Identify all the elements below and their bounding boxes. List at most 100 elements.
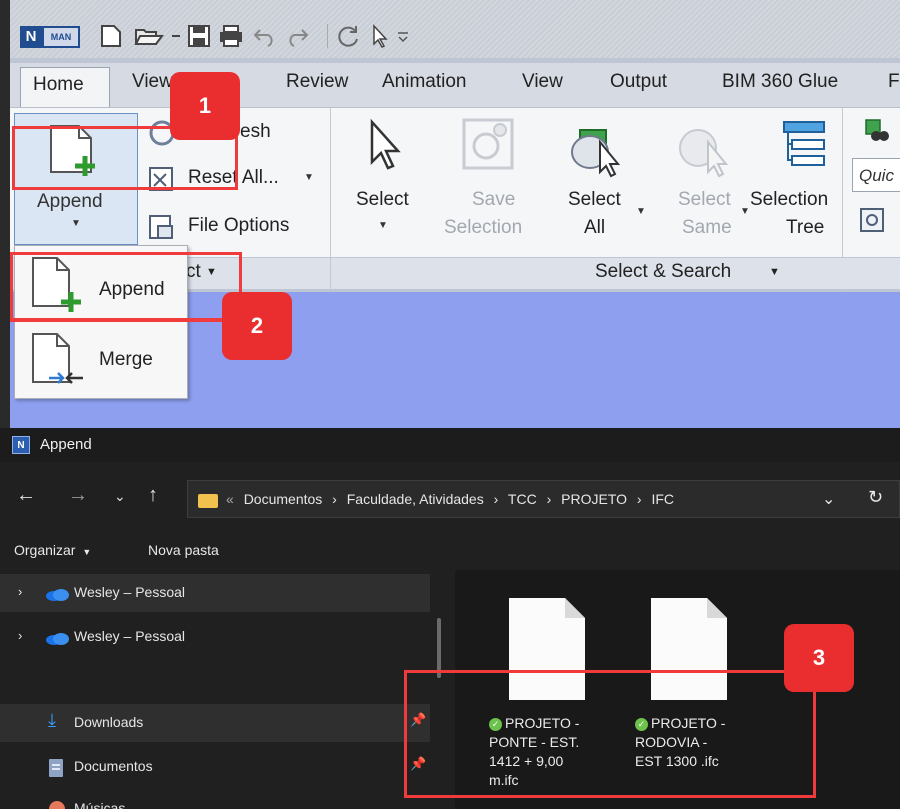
- open-dropdown-icon[interactable]: [170, 24, 182, 48]
- sync-check-icon: ✓: [489, 718, 502, 731]
- breadcrumb-tcc[interactable]: TCC: [508, 491, 537, 507]
- new-folder-button[interactable]: Nova pasta: [148, 542, 219, 558]
- music-icon: [49, 801, 65, 809]
- step-badge-2: 2: [222, 292, 292, 360]
- save-selection-icon: [462, 118, 514, 170]
- tab-review[interactable]: Review: [286, 71, 348, 93]
- menu-item-merge[interactable]: Merge: [19, 326, 183, 394]
- redo-icon[interactable]: [284, 24, 310, 48]
- tab-overflow[interactable]: F: [888, 71, 900, 93]
- pin-icon[interactable]: 📌: [410, 756, 426, 772]
- select-search-panel-title[interactable]: Select & Search ▼: [331, 257, 900, 289]
- save-icon[interactable]: [186, 24, 212, 48]
- nav-item-musicas[interactable]: Músicas: [0, 792, 430, 809]
- select-dropdown-icon[interactable]: ▼: [378, 220, 388, 231]
- undo-icon[interactable]: [252, 24, 278, 48]
- breadcrumb-projeto[interactable]: PROJETO: [561, 491, 627, 507]
- tab-animation[interactable]: Animation: [382, 71, 467, 93]
- cursor-select-icon[interactable]: [370, 24, 390, 48]
- reset-all-icon: [149, 167, 173, 191]
- tab-output[interactable]: Output: [610, 71, 667, 93]
- append-file-icon: [32, 257, 81, 312]
- file-options-icon: [149, 215, 173, 239]
- back-arrow-icon[interactable]: ←: [16, 484, 36, 507]
- tab-bim360-glue[interactable]: BIM 360 Glue: [722, 71, 838, 93]
- save-selection-label-2[interactable]: Selection: [444, 216, 522, 240]
- toolbar-separator: [327, 24, 328, 48]
- breadcrumb: « Documentos › Faculdade, Atividades › T…: [226, 491, 675, 507]
- step-badge-3: 3: [784, 624, 854, 692]
- expand-chevron-icon[interactable]: ›: [18, 628, 22, 643]
- tab-view[interactable]: View: [522, 71, 563, 93]
- selection-tree-label-2[interactable]: Tree: [786, 216, 824, 240]
- select-same-label[interactable]: Select: [678, 188, 731, 212]
- onedrive-cloud-icon: [46, 589, 69, 601]
- nav-item-downloads[interactable]: ⤓ Downloads 📌: [0, 704, 430, 742]
- quick-access-toolbar: N MAN: [10, 0, 900, 58]
- forward-arrow-icon[interactable]: →: [68, 484, 88, 507]
- app-logo[interactable]: N MAN: [20, 26, 80, 48]
- address-dropdown-icon[interactable]: ⌄: [822, 489, 835, 509]
- refresh-button[interactable]: esh: [240, 120, 271, 144]
- nav-item-onedrive-2[interactable]: › Wesley – Pessoal: [0, 618, 430, 656]
- append-split-button[interactable]: Append ▼: [14, 113, 138, 245]
- navisworks-window: N MAN Home View Review Animation View Ou…: [10, 0, 900, 428]
- sets-icon[interactable]: [858, 206, 888, 236]
- breadcrumb-faculdade[interactable]: Faculdade, Atividades: [347, 491, 484, 507]
- breadcrumb-documentos[interactable]: Documentos: [244, 491, 323, 507]
- up-arrow-icon[interactable]: ↑: [148, 484, 158, 507]
- address-bar[interactable]: « Documentos › Faculdade, Atividades › T…: [187, 480, 900, 518]
- ribbon-home: esh Reset All... ▼ File Options Select ▼…: [10, 107, 900, 290]
- select-all-label[interactable]: Select: [568, 188, 621, 212]
- project-panel-expand-icon: ▼: [206, 266, 217, 278]
- pin-icon[interactable]: 📌: [410, 712, 426, 728]
- file-options-button[interactable]: File Options: [188, 214, 289, 238]
- open-folder-icon[interactable]: [134, 24, 164, 48]
- tab-viewpoint[interactable]: View: [132, 71, 173, 93]
- find-items-icon[interactable]: [862, 116, 892, 146]
- new-file-icon[interactable]: [98, 24, 124, 48]
- quick-find-input[interactable]: Quic: [852, 158, 900, 192]
- merge-file-icon: [32, 333, 83, 384]
- save-selection-label[interactable]: Save: [472, 188, 515, 212]
- select-same-label-2[interactable]: Same: [682, 216, 732, 240]
- recent-chevron-icon[interactable]: ⌄: [114, 488, 126, 505]
- select-all-dropdown-icon[interactable]: ▼: [636, 206, 646, 217]
- selection-tree-label[interactable]: Selection: [750, 188, 828, 212]
- refresh-icon[interactable]: ↻: [868, 487, 883, 508]
- onedrive-cloud-icon: [46, 633, 69, 645]
- navisworks-icon: N: [12, 436, 30, 454]
- download-icon: ⤓: [48, 710, 56, 730]
- ifc-file-icon: [651, 598, 727, 700]
- organize-button[interactable]: Organizar ▼: [14, 542, 91, 558]
- refresh-icon[interactable]: [336, 24, 362, 48]
- breadcrumb-ifc[interactable]: IFC: [651, 491, 674, 507]
- tab-home[interactable]: Home: [20, 67, 110, 107]
- expand-chevron-icon[interactable]: ›: [18, 584, 22, 599]
- select-button[interactable]: Select: [356, 188, 409, 212]
- organize-dropdown-icon: ▼: [82, 547, 92, 557]
- folder-icon: [198, 494, 218, 508]
- dialog-title: Append: [40, 436, 92, 453]
- file-name: ✓ PROJETO - PONTE - EST. 1412 + 9,00 m.if…: [489, 715, 580, 788]
- append-file-dialog: N Append ← → ⌄ ↑ « Documentos › Faculdad…: [0, 428, 900, 809]
- select-same-icon: [679, 129, 729, 178]
- append-file-icon: [50, 125, 95, 176]
- select-same-dropdown-icon[interactable]: ▼: [740, 206, 750, 217]
- nav-pane-scrollbar[interactable]: [437, 618, 441, 678]
- menu-item-append[interactable]: Append: [19, 252, 183, 320]
- nav-item-documentos[interactable]: Documentos 📌: [0, 748, 430, 786]
- select-search-expand-icon: ▼: [769, 266, 780, 278]
- select-cursor-icon: [370, 118, 401, 170]
- nav-item-onedrive-1[interactable]: › Wesley – Pessoal: [0, 574, 430, 612]
- print-icon[interactable]: [218, 24, 244, 48]
- ribbon-tabs: Home View Review Animation View Output B…: [10, 63, 900, 107]
- select-all-label-2[interactable]: All: [584, 216, 605, 240]
- ifc-file-icon: [509, 598, 585, 700]
- customize-dropdown-icon[interactable]: [396, 24, 410, 48]
- dialog-command-bar: Organizar ▼ Nova pasta: [0, 536, 900, 568]
- append-dropdown-menu: Append Merge: [14, 245, 188, 399]
- reset-all-dropdown-icon[interactable]: ▼: [304, 172, 314, 183]
- append-dropdown-icon: ▼: [71, 218, 81, 229]
- reset-all-button[interactable]: Reset All...: [188, 166, 279, 190]
